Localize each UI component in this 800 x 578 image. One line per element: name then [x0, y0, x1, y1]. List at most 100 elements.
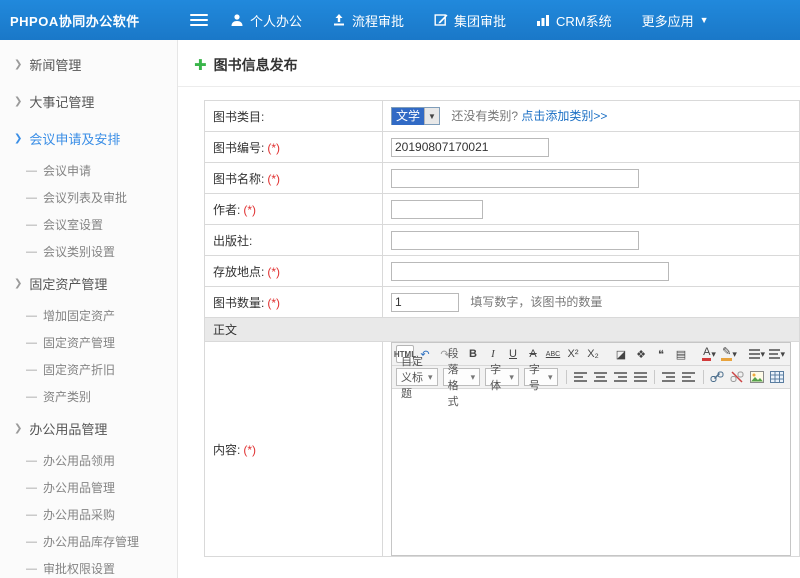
align-right-button[interactable] [611, 368, 629, 386]
caret-down-icon: ▾ [711, 350, 716, 359]
nav-process-approval[interactable]: 流程审批 [332, 11, 404, 30]
align-center-button[interactable] [591, 368, 609, 386]
add-category-link[interactable]: 点击添加类别>> [521, 109, 607, 123]
group-approval-icon [434, 13, 448, 27]
sidebar-subitem[interactable]: —固定资产管理 [0, 329, 177, 356]
align-right-icon [614, 372, 627, 383]
nav-label: 更多应用 [642, 11, 694, 30]
sidebar-subitem-label: 会议类别设置 [43, 243, 115, 260]
ordered-list-button[interactable]: ▾ [768, 345, 786, 363]
book-no-input[interactable] [391, 138, 549, 157]
category-select[interactable]: 文学 ▼ [391, 107, 440, 125]
image-button[interactable] [748, 368, 766, 386]
unlink-icon [730, 371, 744, 383]
chevron-right-icon: ❯ [14, 59, 22, 70]
custom-title-select[interactable]: 自定义标题▾ [396, 368, 438, 386]
dash-icon: — [26, 482, 37, 494]
form-row-book-name: 图书名称:(*) [205, 163, 800, 194]
blockquote-button[interactable]: ❝ [652, 345, 670, 363]
table-button[interactable] [768, 368, 786, 386]
sidebar-item-label: 大事记管理 [29, 92, 94, 111]
top-nav: 个人办公 流程审批 集团审批 CRM系统 更多应用 ▼ [230, 11, 739, 30]
sidebar-subitem[interactable]: —增加固定资产 [0, 302, 177, 329]
align-justify-icon [634, 372, 647, 383]
align-justify-button[interactable] [631, 368, 649, 386]
sidebar-subitem[interactable]: —办公用品管理 [0, 474, 177, 501]
nav-crm-system[interactable]: CRM系统 [536, 11, 612, 30]
field-label: 作者: [213, 203, 240, 217]
chevron-right-icon: ❯ [14, 133, 22, 144]
field-label: 存放地点: [213, 265, 264, 279]
quantity-hint: 填写数字，该图书的数量 [470, 295, 602, 309]
caret-down-icon: ▼ [700, 16, 709, 25]
quantity-input[interactable] [391, 293, 459, 312]
sidebar-subitem[interactable]: —办公用品库存管理 [0, 528, 177, 555]
sidebar-item-meeting[interactable]: ❯ 会议申请及安排 [0, 120, 177, 157]
location-input[interactable] [391, 262, 669, 281]
sidebar-item-assets[interactable]: ❯ 固定资产管理 [0, 265, 177, 302]
sidebar-subitem[interactable]: —审批权限设置 [0, 555, 177, 578]
font-family-select[interactable]: 字体▾ [485, 368, 519, 386]
caret-down-icon: ▾ [471, 373, 476, 382]
align-left-button[interactable] [571, 368, 589, 386]
font-color-button[interactable]: A▾ [700, 345, 718, 363]
link-button[interactable] [708, 368, 726, 386]
indent-button[interactable] [680, 368, 698, 386]
sidebar-subitem[interactable]: —会议列表及审批 [0, 184, 177, 211]
caret-down-icon: ▾ [428, 373, 433, 382]
nav-label: 个人办公 [250, 11, 302, 30]
sidebar-subitem-label: 会议室设置 [43, 216, 103, 233]
table-icon [770, 371, 784, 383]
form-row-quantity: 图书数量:(*) 填写数字，该图书的数量 [205, 287, 800, 318]
field-label: 图书名称: [213, 172, 264, 186]
remove-format-button[interactable]: ◪ [612, 345, 630, 363]
sidebar-item-news[interactable]: ❯ 新闻管理 [0, 46, 177, 83]
nav-group-approval[interactable]: 集团审批 [434, 11, 506, 30]
toolbar-separator [654, 370, 655, 384]
superscript-button[interactable]: X² [564, 345, 582, 363]
required-mark: (*) [267, 265, 280, 279]
sidebar-subitem[interactable]: —办公用品领用 [0, 447, 177, 474]
dropdown-label: 字号 [529, 361, 543, 393]
bold-button[interactable]: B [464, 345, 482, 363]
editor-content-area[interactable] [392, 389, 790, 555]
publisher-input[interactable] [391, 231, 639, 250]
font-color-icon: A [702, 347, 711, 361]
subscript-button[interactable]: X₂ [584, 345, 602, 363]
font-size-select[interactable]: 字号▾ [524, 368, 558, 386]
spellcheck-button[interactable]: ABC [544, 345, 562, 363]
nav-more-apps[interactable]: 更多应用 ▼ [642, 11, 709, 30]
paste-text-button[interactable]: ▤ [672, 345, 690, 363]
sidebar-item-events[interactable]: ❯ 大事记管理 [0, 83, 177, 120]
author-input[interactable] [391, 200, 483, 219]
sidebar-item-supplies[interactable]: ❯ 办公用品管理 [0, 410, 177, 447]
chevron-right-icon: ❯ [14, 423, 22, 434]
dash-icon: — [26, 337, 37, 349]
nav-personal-office[interactable]: 个人办公 [230, 11, 302, 30]
chevron-right-icon: ❯ [14, 278, 22, 289]
caret-down-icon: ▾ [760, 350, 765, 359]
nav-label: CRM系统 [556, 11, 612, 30]
sidebar-subitem-label: 资产类别 [43, 388, 91, 405]
unordered-list-button[interactable]: ▾ [748, 345, 766, 363]
format-painter-button[interactable]: ❖ [632, 345, 650, 363]
paragraph-format-select[interactable]: 段落格式▾ [443, 368, 481, 386]
sidebar-subitem[interactable]: —固定资产折旧 [0, 356, 177, 383]
dash-icon: — [26, 310, 37, 322]
sidebar-item-label: 固定资产管理 [29, 274, 107, 293]
sidebar-subitem[interactable]: —会议申请 [0, 157, 177, 184]
sidebar-subitem[interactable]: —会议类别设置 [0, 238, 177, 265]
nav-label: 流程审批 [352, 11, 404, 30]
highlight-color-button[interactable]: ✎▾ [720, 345, 738, 363]
sidebar-subitem[interactable]: —资产类别 [0, 383, 177, 410]
unlink-button[interactable] [728, 368, 746, 386]
hamburger-menu-icon[interactable] [190, 13, 210, 27]
outdent-button[interactable] [660, 368, 678, 386]
sidebar-subitem[interactable]: —会议室设置 [0, 211, 177, 238]
underline-button[interactable]: U [504, 345, 522, 363]
required-mark: (*) [267, 172, 280, 186]
book-name-input[interactable] [391, 169, 639, 188]
form-row-author: 作者:(*) [205, 194, 800, 225]
form-section-body: 正文 [205, 318, 800, 342]
sidebar-subitem[interactable]: —办公用品采购 [0, 501, 177, 528]
